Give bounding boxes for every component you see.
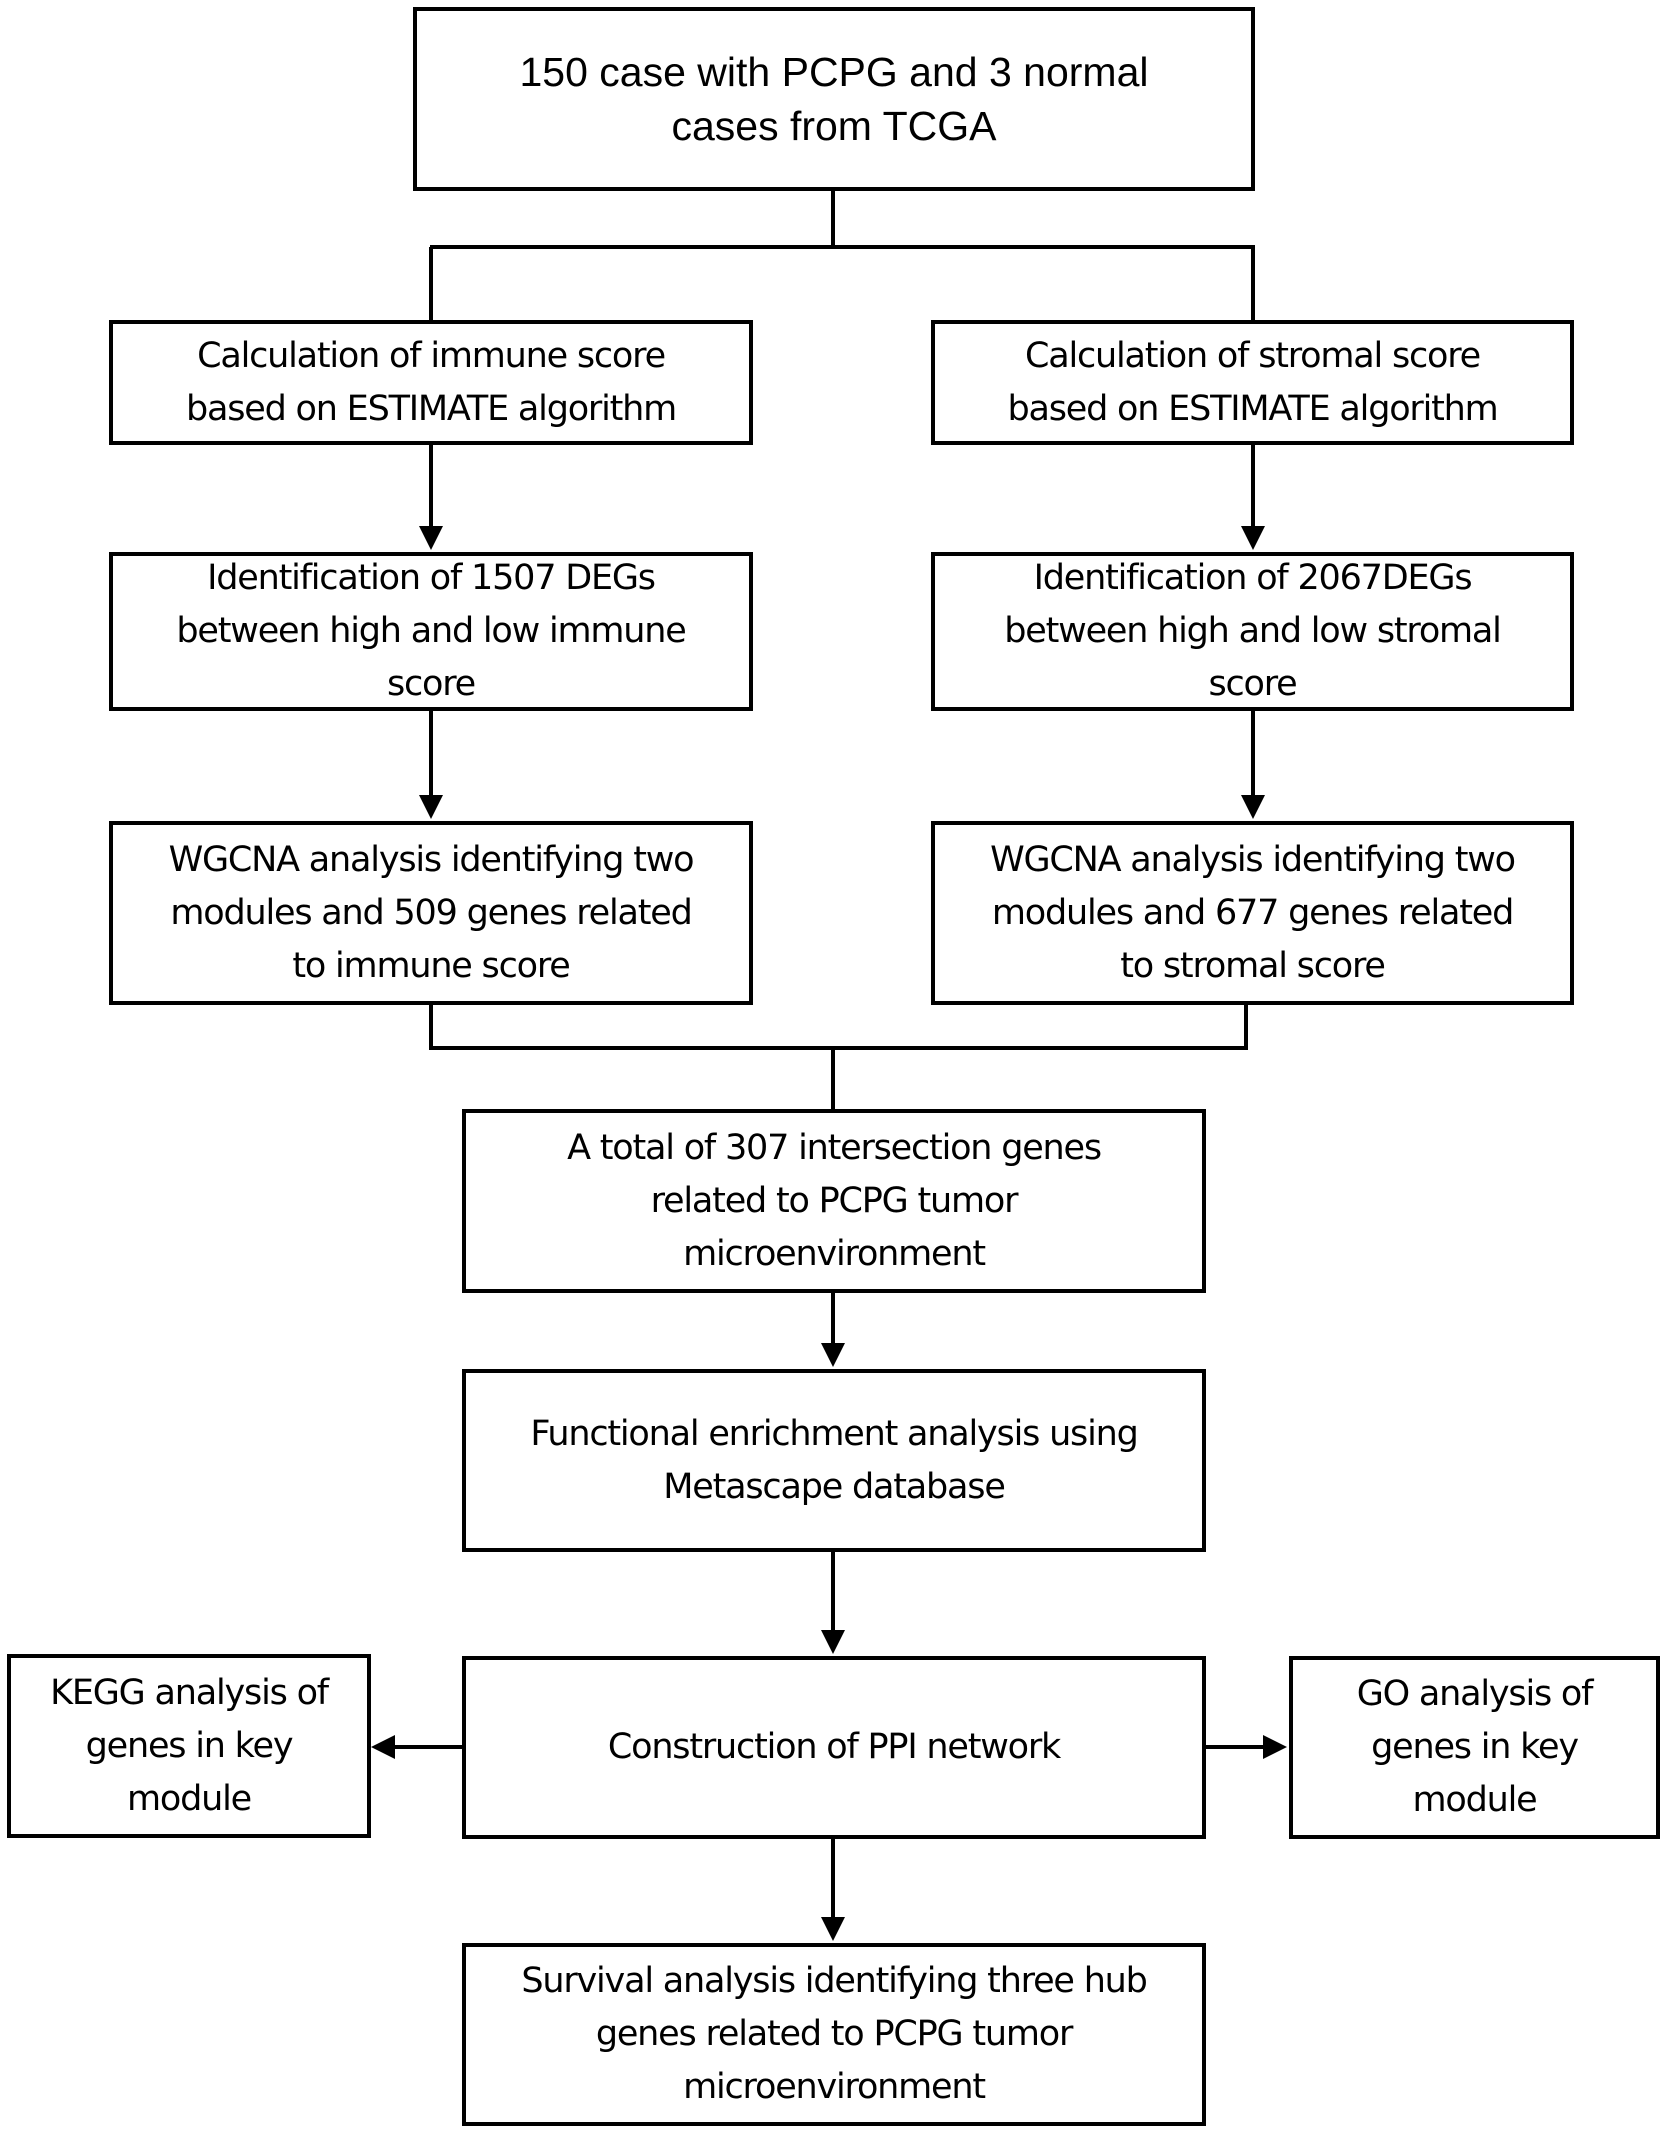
node-immune-score-line: based on ESTIMATE algorithm xyxy=(185,388,677,429)
node-intersection-line: related to PCPG tumor xyxy=(650,1180,1019,1221)
node-survival-line: Survival analysis identifying three hub xyxy=(521,1961,1148,2001)
node-enrichment: Functional enrichment analysis using Met… xyxy=(462,1369,1206,1552)
node-stromal-score-line: based on ESTIMATE algorithm xyxy=(1007,388,1498,429)
node-survival-line: microenvironment xyxy=(683,2067,986,2107)
node-enrichment-line: Functional enrichment analysis using xyxy=(530,1413,1138,1454)
node-source-line: 150 case with PCPG and 3 normal xyxy=(519,49,1149,95)
node-source-line: cases from TCGA xyxy=(671,103,997,149)
node-immune-wgcna: WGCNA analysis identifying two modules a… xyxy=(109,821,753,1005)
node-survival-line: genes related to PCPG tumor xyxy=(595,2014,1074,2054)
node-immune-degs-line: score xyxy=(386,664,476,704)
node-go-line: genes in key xyxy=(1371,1727,1579,1767)
node-immune-wgcna-line: WGCNA analysis identifying two xyxy=(168,839,695,880)
node-immune-score: Calculation of immune score based on EST… xyxy=(109,320,753,445)
node-ppi-line: Construction of PPI network xyxy=(607,1727,1061,1767)
node-survival: Survival analysis identifying three hub … xyxy=(462,1943,1206,2126)
node-intersection-line: A total of 307 intersection genes xyxy=(567,1127,1102,1168)
node-kegg: KEGG analysis of genes in key module xyxy=(7,1654,371,1838)
node-kegg-line: genes in key xyxy=(85,1725,294,1766)
node-stromal-degs-line: score xyxy=(1208,664,1297,704)
node-stromal-degs: Identification of 2067DEGs between high … xyxy=(931,552,1574,711)
node-immune-score-line: Calculation of immune score xyxy=(197,335,666,376)
node-go-line: GO analysis of xyxy=(1356,1674,1594,1714)
node-stromal-degs-line: between high and low stromal xyxy=(1004,611,1502,651)
node-immune-wgcna-line: modules and 509 genes related xyxy=(170,892,692,933)
node-kegg-line: module xyxy=(127,1778,252,1819)
node-immune-degs: Identification of 1507 DEGs between high… xyxy=(109,552,753,711)
node-go: GO analysis of genes in key module xyxy=(1289,1656,1660,1839)
node-stromal-wgcna-line: modules and 677 genes related xyxy=(991,892,1514,933)
node-stromal-wgcna: WGCNA analysis identifying two modules a… xyxy=(931,821,1574,1005)
node-go-line: module xyxy=(1412,1780,1538,1820)
node-stromal-wgcna-line: WGCNA analysis identifying two xyxy=(990,839,1516,880)
node-source: 150 case with PCPG and 3 normal cases fr… xyxy=(413,7,1255,191)
node-stromal-wgcna-line: to stromal score xyxy=(1120,945,1386,986)
node-intersection: A total of 307 intersection genes relate… xyxy=(462,1109,1206,1293)
node-immune-degs-line: Identification of 1507 DEGs xyxy=(207,558,656,598)
node-intersection-line: microenvironment xyxy=(683,1233,986,1274)
node-stromal-degs-line: Identification of 2067DEGs xyxy=(1033,558,1473,598)
node-stromal-score-line: Calculation of stromal score xyxy=(1024,335,1481,376)
node-kegg-line: KEGG analysis of xyxy=(50,1672,329,1713)
node-enrichment-line: Metascape database xyxy=(663,1466,1006,1507)
node-immune-wgcna-line: to immune score xyxy=(292,945,570,986)
node-immune-degs-line: between high and low immune xyxy=(176,611,686,651)
node-stromal-score: Calculation of stromal score based on ES… xyxy=(931,320,1574,445)
node-ppi: Construction of PPI network xyxy=(462,1656,1206,1839)
